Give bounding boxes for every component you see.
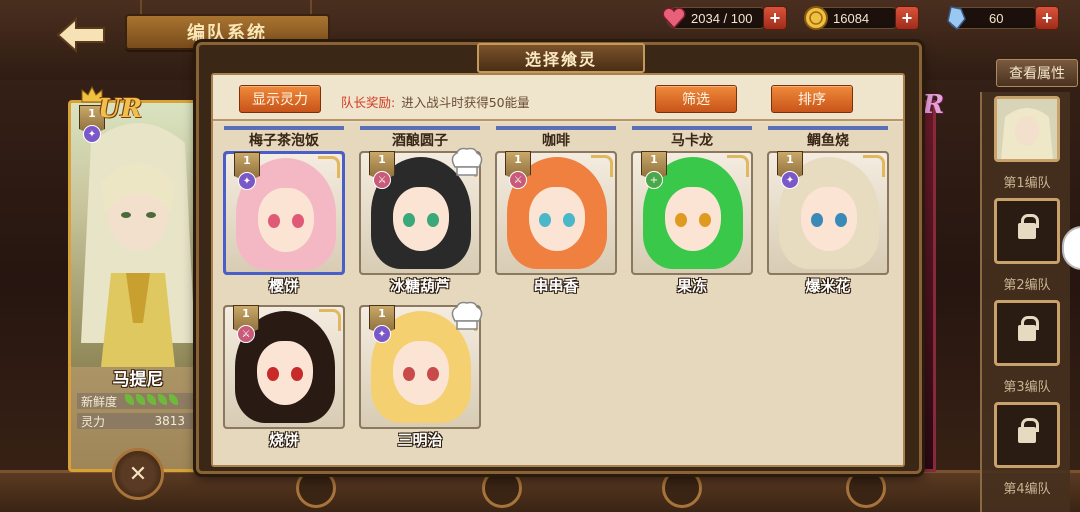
character-level: 1: [786, 153, 794, 166]
character-level: 1: [243, 154, 251, 167]
modal-body: 显示灵力 队长奖励: 进入战斗时获得50能量 筛选 排序 梅子茶泡饭 酒酿圆子 咖啡马…: [211, 73, 905, 467]
crystal-icon: [947, 6, 966, 31]
team-1-label[interactable]: 第1编队: [982, 172, 1072, 191]
power-label: 灵力: [81, 414, 106, 429]
slot-2-action-button[interactable]: [296, 468, 336, 508]
team-3-label[interactable]: 第3编队: [982, 376, 1072, 395]
character-level: 1: [378, 153, 386, 166]
gem-value: 60: [989, 10, 1004, 26]
captain-rarity: UR: [98, 94, 143, 124]
team-4-slot[interactable]: [994, 402, 1060, 468]
gem-bar: 60 +: [947, 6, 1059, 31]
team-rail: 第1编队 第2编队 第3编队 第4编队: [980, 92, 1070, 512]
star-icon: ✦: [781, 171, 799, 189]
sword-icon: ⚔: [509, 171, 527, 189]
character-name: 爆米花: [805, 277, 851, 295]
chef-hat-icon: [449, 147, 485, 181]
lock-icon: [1018, 214, 1039, 239]
team-1-portrait-icon: [997, 99, 1057, 159]
character-level: 1: [242, 307, 250, 320]
character-name: 果冻: [676, 277, 707, 295]
star-icon: ✦: [238, 172, 256, 190]
gold-bar: 16084 +: [804, 6, 919, 30]
slot-4-action-button[interactable]: [662, 468, 702, 508]
lock-icon: [1018, 418, 1039, 443]
card-corner-ornament: [863, 155, 885, 177]
character-card[interactable]: 1 ⚔: [223, 305, 345, 429]
power-row: 灵力 3813: [77, 413, 199, 429]
captain-level: 1: [88, 107, 96, 120]
character-grid[interactable]: 梅子茶泡饭 酒酿圆子 咖啡 马卡龙 鲷鱼烧 1 ✦ 樱饼 1 ⚔ 冰糖葫芦 1 ⚔ 串串香 1 + 果冻 1 ✦ 爆米…: [213, 123, 903, 465]
character-name: 三明治: [397, 431, 443, 449]
captain-reward-label: 队长奖励:: [341, 95, 396, 110]
lock-icon: [1018, 316, 1039, 341]
star-icon: ✦: [373, 325, 391, 343]
gold-value: 16084: [833, 10, 870, 26]
freshness-row: 新鲜度: [77, 393, 199, 409]
previous-row-character-name[interactable]: 梅子茶泡饭: [224, 126, 344, 150]
character-name: 樱饼: [268, 277, 299, 295]
sort-button[interactable]: 排序: [771, 85, 853, 113]
previous-row-character-name[interactable]: 马卡龙: [632, 126, 752, 150]
character-card[interactable]: 1 ✦: [223, 151, 345, 275]
team-2-slot[interactable]: [994, 198, 1060, 264]
add-gem-button[interactable]: +: [1035, 6, 1059, 30]
captain-character-card[interactable]: 1 ✦ 马提尼 新鲜度 灵力 3813: [68, 100, 208, 472]
character-card[interactable]: 1 ✦: [767, 151, 889, 275]
slot-5-action-button[interactable]: [846, 468, 886, 508]
previous-row-character-name[interactable]: 鲷鱼烧: [768, 126, 888, 150]
select-character-modal: 显示灵力 队长奖励: 进入战斗时获得50能量 筛选 排序 梅子茶泡饭 酒酿圆子 咖啡马…: [196, 42, 922, 474]
stamina-bar: 2034 / 100 +: [662, 6, 787, 30]
show-power-button[interactable]: 显示灵力: [239, 85, 321, 113]
modal-toolbar: 显示灵力 队长奖励: 进入战斗时获得50能量 筛选 排序: [213, 75, 903, 121]
character-card[interactable]: 1 +: [631, 151, 753, 275]
plus-icon: +: [645, 171, 663, 189]
previous-row-character-name[interactable]: 咖啡: [496, 126, 616, 150]
filter-button[interactable]: 筛选: [655, 85, 737, 113]
team-1-slot[interactable]: [994, 96, 1060, 162]
chef-hat-icon: [449, 301, 485, 335]
captain-reward-text: 进入战斗时获得50能量: [401, 95, 530, 110]
character-card[interactable]: 1 ⚔: [495, 151, 617, 275]
character-card[interactable]: 1 ✦: [359, 301, 483, 429]
sword-icon: ⚔: [373, 171, 391, 189]
team-2-label[interactable]: 第2编队: [982, 274, 1072, 293]
add-gold-button[interactable]: +: [895, 6, 919, 30]
add-stamina-button[interactable]: +: [763, 6, 787, 30]
sword-icon: ⚔: [237, 325, 255, 343]
team-4-label[interactable]: 第4编队: [982, 478, 1072, 497]
freshness-label: 新鲜度: [81, 394, 118, 409]
character-level: 1: [378, 307, 386, 320]
character-name: 串串香: [533, 277, 579, 295]
character-name: 冰糖葫芦: [389, 277, 450, 295]
card-corner-ornament: [727, 155, 749, 177]
character-card[interactable]: 1 ⚔: [359, 147, 483, 275]
character-level: 1: [650, 153, 658, 166]
captain-name: 马提尼: [112, 370, 164, 390]
team-3-slot[interactable]: [994, 300, 1060, 366]
back-button[interactable]: [52, 14, 112, 56]
leaf-icon: [123, 394, 179, 408]
captain-reward: 队长奖励: 进入战斗时获得50能量: [341, 92, 530, 111]
card-corner-ornament: [318, 156, 340, 178]
card-corner-ornament: [591, 155, 613, 177]
back-arrow-icon: [56, 16, 105, 54]
fork-knife-icon: ✕: [128, 461, 148, 487]
power-value: 3813: [154, 414, 185, 428]
heart-icon: [662, 7, 686, 30]
character-name: 烧饼: [268, 431, 299, 449]
gold-coin-icon: [804, 6, 828, 30]
stamina-value: 2034 / 100: [691, 10, 753, 26]
character-level: 1: [514, 153, 522, 166]
card-corner-ornament: [319, 309, 341, 331]
star-icon: ✦: [83, 125, 101, 143]
view-attributes-button[interactable]: 查看属性: [996, 59, 1078, 87]
cutlery-button[interactable]: ✕: [112, 448, 164, 500]
modal-title: 选择飨灵: [477, 43, 645, 73]
slot-3-action-button[interactable]: [482, 468, 522, 508]
